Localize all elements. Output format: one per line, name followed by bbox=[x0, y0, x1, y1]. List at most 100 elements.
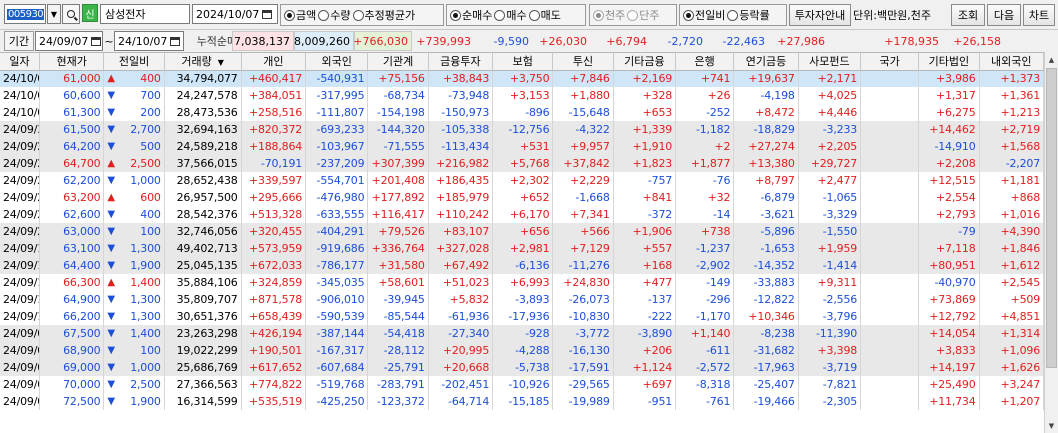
column-header-volume[interactable]: 거래량 ▼ bbox=[164, 53, 242, 71]
table-row[interactable]: 24/09/2764,200▼ 50024,589,218+188,864-103… bbox=[0, 138, 1044, 155]
cell-change: ▲ 2,500 bbox=[103, 155, 165, 172]
arrow-down-icon: ▼ bbox=[107, 175, 115, 186]
scroll-up-icon[interactable]: ▲ bbox=[1045, 52, 1058, 67]
column-header-change[interactable]: 전일비 bbox=[103, 53, 165, 71]
radio-single-shares[interactable]: 단주 bbox=[627, 7, 660, 23]
table-row[interactable]: 24/09/1963,100▼ 1,30049,402,713+573,959-9… bbox=[0, 240, 1044, 257]
radio-est-avg-price[interactable]: 추정평균가 bbox=[352, 7, 415, 23]
table-row[interactable]: 24/09/0470,000▼ 2,50027,366,563+774,822-5… bbox=[0, 376, 1044, 393]
query-date-input[interactable]: 2024/10/07 bbox=[192, 4, 278, 24]
cell-government bbox=[860, 393, 920, 410]
column-header-domestic-foreign[interactable]: 내외국인 bbox=[979, 53, 1044, 71]
table-row[interactable]: 24/09/1266,300▲1,40035,884,106+324,859-3… bbox=[0, 274, 1044, 291]
radio-change-rate[interactable]: 등락률 bbox=[727, 7, 770, 23]
unit-label: 단위:백만원,천주 bbox=[853, 9, 932, 22]
cell-other-corp: +73,869 bbox=[918, 291, 980, 308]
arrow-down-icon: ▼ bbox=[107, 345, 115, 356]
table-row[interactable]: 24/10/0761,000▲ 40034,794,077+460,417-540… bbox=[0, 70, 1044, 87]
column-header-pension[interactable]: 연기금등 bbox=[733, 53, 799, 71]
column-header-other-corp[interactable]: 기타법인 bbox=[918, 53, 980, 71]
vertical-scrollbar[interactable]: ▲ ▼ bbox=[1044, 52, 1058, 433]
investor-guide-button[interactable]: 투자자안내 bbox=[789, 4, 851, 26]
table-row[interactable]: 24/09/2063,000▼ 10032,746,056+320,455-404… bbox=[0, 223, 1044, 240]
cell-other-finance: -137 bbox=[613, 291, 677, 308]
table-row[interactable]: 24/09/1066,200▼ 1,30030,651,376+658,439-5… bbox=[0, 308, 1044, 325]
column-header-label: 현재가 bbox=[56, 55, 87, 69]
column-header-foreign[interactable]: 외국인 bbox=[305, 53, 369, 71]
table-row[interactable]: 24/09/2362,600▼ 40028,542,376+513,328-633… bbox=[0, 206, 1044, 223]
table-row[interactable]: 24/10/0460,600▼ 70024,247,578+384,051-317… bbox=[0, 87, 1044, 104]
cell-institution: +58,601 bbox=[367, 274, 429, 291]
column-header-other-finance[interactable]: 기타금융 bbox=[613, 53, 677, 71]
cell-insurance: -17,936 bbox=[492, 308, 554, 325]
cell-volume: 28,652,438 bbox=[164, 172, 242, 189]
stock-code-input[interactable]: 005930 bbox=[4, 4, 46, 24]
column-header-government[interactable]: 국가 bbox=[860, 53, 920, 71]
cell-investment-trust: -4,322 bbox=[552, 121, 614, 138]
stock-code-dropdown-button[interactable]: ▼ bbox=[47, 4, 61, 24]
table-row[interactable]: 24/09/2463,200▲ 60026,957,500+295,666-476… bbox=[0, 189, 1044, 206]
investor-trend-table[interactable]: 일자 현재가 전일비 거래량 ▼ 개인 외국인 기관계 금융투자 보험 투신 기타금융 은행 연기금등 사모… bbox=[0, 52, 1044, 433]
table-row[interactable]: 24/09/1364,400▼ 1,90025,045,135+672,033-7… bbox=[0, 257, 1044, 274]
column-header-bank[interactable]: 은행 bbox=[675, 53, 735, 71]
table-row[interactable]: 24/09/1164,900▼ 1,30035,809,707+871,578-9… bbox=[0, 291, 1044, 308]
cell-domestic-foreign: +868 bbox=[979, 189, 1044, 206]
radio-buy[interactable]: 매수 bbox=[494, 7, 527, 23]
radio-amount[interactable]: 금액 bbox=[284, 7, 316, 23]
table-row[interactable]: 24/09/3061,500▼ 2,70032,694,163+820,372-6… bbox=[0, 121, 1044, 138]
chart-button[interactable]: 차트 bbox=[1023, 4, 1055, 26]
column-header-financial-invest[interactable]: 금융투자 bbox=[428, 53, 494, 71]
column-header-date[interactable]: 일자 bbox=[0, 53, 40, 71]
change-value: 1,300 bbox=[130, 293, 161, 306]
sort-down-icon[interactable]: ▼ bbox=[218, 58, 224, 67]
table-row[interactable]: 24/10/0261,300▼ 20028,473,536+258,516-111… bbox=[0, 104, 1044, 121]
cell-price: 66,200 bbox=[39, 308, 105, 325]
credit-badge: 신 bbox=[82, 4, 98, 22]
table-row[interactable]: 24/09/0967,500▼1,40023,263,298+426,194-3… bbox=[0, 325, 1044, 342]
column-header-price[interactable]: 현재가 bbox=[39, 53, 105, 71]
calendar-icon[interactable] bbox=[262, 9, 273, 19]
value-type-radio-group: 금액 수량 추정평균가 bbox=[280, 4, 444, 26]
cell-financial-invest: -202,451 bbox=[428, 376, 494, 393]
table-row[interactable]: 24/09/2664,700▲ 2,50037,566,015-70,191-23… bbox=[0, 155, 1044, 172]
stock-search-button[interactable] bbox=[62, 4, 80, 24]
cell-change: ▼ 1,300 bbox=[103, 291, 165, 308]
column-header-insurance[interactable]: 보험 bbox=[492, 53, 554, 71]
period-to-text: 24/10/07 bbox=[118, 34, 168, 48]
column-header-private-fund[interactable]: 사모펀드 bbox=[798, 53, 862, 71]
cell-other-corp: -14,910 bbox=[918, 138, 980, 155]
cell-other-corp: +25,490 bbox=[918, 376, 980, 393]
cell-investment-trust: +37,842 bbox=[552, 155, 614, 172]
cell-government bbox=[860, 121, 920, 138]
cell-government bbox=[860, 325, 920, 342]
arrow-down-icon: ▼ bbox=[107, 311, 115, 322]
calendar-icon[interactable] bbox=[170, 36, 181, 46]
radio-prev-day-change[interactable]: 전일비 bbox=[683, 7, 725, 23]
cell-pension: -18,829 bbox=[733, 121, 799, 138]
radio-net-buy[interactable]: 순매수 bbox=[450, 7, 492, 23]
cell-individual: +320,455 bbox=[241, 223, 307, 240]
scroll-down-icon[interactable]: ▼ bbox=[1045, 418, 1058, 433]
query-button[interactable]: 조회 bbox=[951, 4, 985, 26]
calendar-icon[interactable] bbox=[91, 36, 102, 46]
radio-thousand-shares[interactable]: 천주 bbox=[593, 7, 625, 23]
radio-sell[interactable]: 매도 bbox=[528, 7, 561, 23]
column-header-individual[interactable]: 개인 bbox=[241, 53, 307, 71]
radio-quantity[interactable]: 수량 bbox=[318, 7, 351, 23]
scrollbar-thumb[interactable] bbox=[1046, 68, 1057, 368]
cell-bank: -611 bbox=[675, 342, 735, 359]
period-to-input[interactable]: 24/10/07 bbox=[114, 31, 184, 51]
period-from-input[interactable]: 24/09/07 bbox=[35, 31, 103, 51]
table-row[interactable]: 24/09/0372,500▼ 1,90016,314,599+535,519-4… bbox=[0, 393, 1044, 410]
table-row[interactable]: 24/09/0668,900▼ 10019,022,299+190,501-167… bbox=[0, 342, 1044, 359]
cell-price: 64,700 bbox=[39, 155, 105, 172]
cell-government bbox=[860, 172, 920, 189]
column-header-institution[interactable]: 기관계 bbox=[367, 53, 429, 71]
cell-change: ▼ 400 bbox=[103, 206, 165, 223]
cell-insurance: +3,153 bbox=[492, 87, 554, 104]
column-header-investment-trust[interactable]: 투신 bbox=[552, 53, 614, 71]
table-row[interactable]: 24/09/2562,200▼ 1,00028,652,438+339,597-5… bbox=[0, 172, 1044, 189]
table-row[interactable]: 24/09/0569,000▼ 1,00025,686,769+617,652-6… bbox=[0, 359, 1044, 376]
cell-date: 24/09/04 bbox=[0, 376, 40, 393]
next-button[interactable]: 다음 bbox=[987, 4, 1021, 26]
